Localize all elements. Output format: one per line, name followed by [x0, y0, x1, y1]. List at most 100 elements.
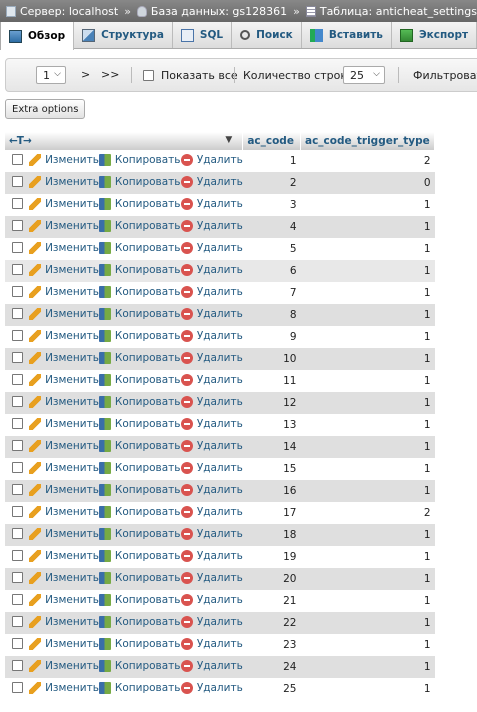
ac-code-cell[interactable]: 20	[242, 568, 301, 590]
ac-code-trigger-type-cell[interactable]: 1	[300, 348, 435, 370]
ac-code-trigger-type-cell[interactable]: 1	[300, 590, 435, 612]
delete-button[interactable]: Удалить	[180, 197, 243, 210]
edit-button[interactable]: Изменить	[29, 505, 99, 518]
delete-button[interactable]: Удалить	[180, 527, 243, 540]
breadcrumb-server[interactable]: Сервер: localhost	[20, 5, 118, 18]
ac-code-trigger-type-cell[interactable]: 1	[300, 678, 435, 700]
edit-button[interactable]: Изменить	[29, 483, 99, 496]
edit-button[interactable]: Изменить	[29, 175, 99, 188]
row-checkbox[interactable]	[11, 484, 23, 495]
ac-code-cell[interactable]: 14	[242, 436, 301, 458]
ac-code-trigger-type-cell[interactable]: 2	[300, 502, 435, 524]
show-all-checkbox[interactable]	[143, 70, 154, 81]
ac-code-cell[interactable]: 6	[242, 260, 301, 282]
edit-button[interactable]: Изменить	[29, 593, 99, 606]
delete-button[interactable]: Удалить	[180, 417, 243, 430]
copy-button[interactable]: Копировать	[98, 351, 180, 364]
edit-button[interactable]: Изменить	[29, 153, 99, 166]
row-checkbox[interactable]	[11, 330, 23, 341]
edit-button[interactable]: Изменить	[29, 439, 99, 452]
ac-code-cell[interactable]: 17	[242, 502, 301, 524]
row-checkbox[interactable]	[11, 572, 23, 583]
ac-code-cell[interactable]: 23	[242, 634, 301, 656]
tab-structure[interactable]: Структура	[74, 22, 173, 48]
delete-button[interactable]: Удалить	[180, 505, 243, 518]
ac-code-cell[interactable]: 12	[242, 392, 301, 414]
ac-code-cell[interactable]: 21	[242, 590, 301, 612]
ac-code-cell[interactable]: 18	[242, 524, 301, 546]
row-checkbox[interactable]	[11, 220, 23, 231]
row-checkbox[interactable]	[11, 352, 23, 363]
ac-code-trigger-type-cell[interactable]: 1	[300, 546, 435, 568]
edit-button[interactable]: Изменить	[29, 329, 99, 342]
edit-button[interactable]: Изменить	[29, 549, 99, 562]
ac-code-cell[interactable]: 10	[242, 348, 301, 370]
breadcrumb-table[interactable]: Таблица: anticheat_settings	[320, 5, 477, 18]
tab-search[interactable]: Поиск	[232, 22, 302, 48]
ac-code-cell[interactable]: 2	[242, 172, 301, 194]
ac-code-cell[interactable]: 11	[242, 370, 301, 392]
delete-button[interactable]: Удалить	[180, 483, 243, 496]
delete-button[interactable]: Удалить	[180, 593, 243, 606]
ac-code-trigger-type-cell[interactable]: 0	[300, 172, 435, 194]
delete-button[interactable]: Удалить	[180, 681, 243, 694]
copy-button[interactable]: Копировать	[98, 681, 180, 694]
row-checkbox[interactable]	[11, 462, 23, 473]
copy-button[interactable]: Копировать	[98, 373, 180, 386]
edit-button[interactable]: Изменить	[29, 241, 99, 254]
tab-insert[interactable]: Вставить	[302, 22, 392, 48]
row-checkbox[interactable]	[11, 264, 23, 275]
ac-code-trigger-type-cell[interactable]: 1	[300, 370, 435, 392]
copy-button[interactable]: Копировать	[98, 505, 180, 518]
row-checkbox[interactable]	[11, 154, 23, 165]
edit-button[interactable]: Изменить	[29, 219, 99, 232]
copy-button[interactable]: Копировать	[98, 241, 180, 254]
edit-button[interactable]: Изменить	[29, 263, 99, 276]
row-checkbox[interactable]	[11, 616, 23, 627]
ac-code-trigger-type-cell[interactable]: 1	[300, 216, 435, 238]
delete-button[interactable]: Удалить	[180, 571, 243, 584]
copy-button[interactable]: Копировать	[98, 593, 180, 606]
row-checkbox[interactable]	[11, 242, 23, 253]
ac-code-cell[interactable]: 7	[242, 282, 301, 304]
edit-button[interactable]: Изменить	[29, 395, 99, 408]
ac-code-trigger-type-cell[interactable]: 1	[300, 260, 435, 282]
delete-button[interactable]: Удалить	[180, 329, 243, 342]
edit-button[interactable]: Изменить	[29, 285, 99, 298]
edit-button[interactable]: Изменить	[29, 373, 99, 386]
row-checkbox[interactable]	[11, 308, 23, 319]
row-checkbox[interactable]	[11, 396, 23, 407]
edit-button[interactable]: Изменить	[29, 615, 99, 628]
ac-code-trigger-type-cell[interactable]: 1	[300, 238, 435, 260]
ac-code-trigger-type-cell[interactable]: 1	[300, 480, 435, 502]
extra-options-button[interactable]: Extra options	[5, 99, 86, 119]
delete-button[interactable]: Удалить	[180, 307, 243, 320]
edit-button[interactable]: Изменить	[29, 659, 99, 672]
copy-button[interactable]: Копировать	[98, 329, 180, 342]
row-checkbox[interactable]	[11, 198, 23, 209]
copy-button[interactable]: Копировать	[98, 571, 180, 584]
delete-button[interactable]: Удалить	[180, 175, 243, 188]
copy-button[interactable]: Копировать	[98, 219, 180, 232]
delete-button[interactable]: Удалить	[180, 637, 243, 650]
copy-button[interactable]: Копировать	[98, 549, 180, 562]
row-checkbox[interactable]	[11, 374, 23, 385]
ac-code-trigger-type-cell[interactable]: 1	[300, 282, 435, 304]
row-checkbox[interactable]	[11, 528, 23, 539]
ac-code-trigger-type-cell[interactable]: 2	[300, 150, 435, 172]
copy-button[interactable]: Копировать	[98, 307, 180, 320]
ac-code-cell[interactable]: 4	[242, 216, 301, 238]
edit-button[interactable]: Изменить	[29, 571, 99, 584]
delete-button[interactable]: Удалить	[180, 241, 243, 254]
row-checkbox[interactable]	[11, 638, 23, 649]
ac-code-cell[interactable]: 22	[242, 612, 301, 634]
row-checkbox[interactable]	[11, 286, 23, 297]
copy-button[interactable]: Копировать	[98, 637, 180, 650]
next-page-button[interactable]: >	[81, 68, 90, 81]
delete-button[interactable]: Удалить	[180, 263, 243, 276]
sort-down-icon[interactable]: ▼	[225, 135, 232, 145]
delete-button[interactable]: Удалить	[180, 439, 243, 452]
ac-code-cell[interactable]: 24	[242, 656, 301, 678]
copy-button[interactable]: Копировать	[98, 417, 180, 430]
copy-button[interactable]: Копировать	[98, 659, 180, 672]
